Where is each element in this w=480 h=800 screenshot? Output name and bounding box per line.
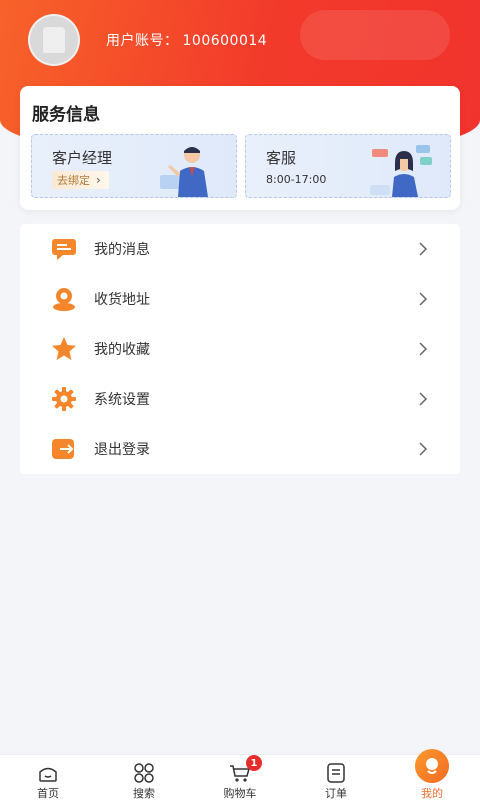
tab-orders[interactable]: 订单: [288, 755, 384, 800]
menu-item-address[interactable]: 收货地址: [20, 274, 460, 324]
chevron-right-icon: ›: [96, 173, 101, 187]
header-decoration: [300, 10, 450, 60]
tab-label: 首页: [37, 787, 59, 800]
menu-list: 我的消息 收货地址 我的收藏 系统设置 退出登录: [20, 224, 460, 474]
tab-cart[interactable]: 1 购物车: [192, 755, 288, 800]
chevron-right-icon: [419, 342, 428, 356]
menu-item-settings[interactable]: 系统设置: [20, 374, 460, 424]
menu-item-label: 退出登录: [94, 442, 150, 458]
menu-item-label: 我的消息: [94, 242, 150, 258]
tab-label: 我的: [421, 787, 443, 800]
account-label: 用户账号：: [106, 33, 179, 49]
profile-section: 用户账号： 100600014: [28, 14, 267, 66]
menu-item-messages[interactable]: 我的消息: [20, 224, 460, 274]
account-manager-tile[interactable]: 客户经理 去绑定 ›: [31, 134, 237, 198]
account-info: 用户账号： 100600014: [106, 30, 267, 50]
chevron-right-icon: [419, 442, 428, 456]
cart-count-badge: 1: [246, 755, 262, 771]
account-manager-illustration-icon: [160, 147, 208, 197]
gear-icon: [50, 385, 78, 413]
menu-item-label: 我的收藏: [94, 342, 150, 358]
bind-manager-button[interactable]: 去绑定 ›: [52, 171, 109, 189]
tab-home[interactable]: 首页: [0, 755, 96, 800]
tab-label: 购物车: [223, 787, 257, 800]
service-info-title: 服务信息: [32, 105, 100, 125]
tab-label: 订单: [325, 787, 347, 800]
tab-profile[interactable]: 我的: [384, 749, 480, 800]
chevron-right-icon: [419, 242, 428, 256]
service-info-card: 服务信息 客户经理 去绑定 › 客服 8:00-17:00: [20, 86, 460, 210]
avatar-placeholder-icon: [43, 27, 65, 53]
tab-search[interactable]: 搜索: [96, 755, 192, 800]
customer-service-illustration-icon: [370, 145, 432, 197]
star-icon: [50, 335, 78, 363]
location-icon: [50, 285, 78, 313]
grid-icon: [134, 763, 154, 783]
menu-item-label: 系统设置: [94, 392, 150, 408]
bottom-tab-bar: 首页 搜索 1 购物车 订单 我的: [0, 749, 480, 800]
logout-icon: [50, 435, 78, 463]
home-icon: [39, 767, 57, 782]
chevron-right-icon: [419, 292, 428, 306]
account-manager-title: 客户经理: [52, 149, 113, 167]
customer-service-hours: 8:00-17:00: [266, 173, 327, 186]
message-icon: [50, 235, 78, 263]
account-number: 100600014: [182, 33, 268, 49]
bind-manager-label: 去绑定: [57, 174, 90, 187]
customer-service-tile[interactable]: 客服 8:00-17:00: [245, 134, 451, 198]
avatar[interactable]: [28, 14, 80, 66]
order-icon: [327, 763, 345, 783]
tab-label: 搜索: [133, 787, 155, 800]
menu-item-logout[interactable]: 退出登录: [20, 424, 460, 474]
profile-icon: [415, 749, 449, 783]
chevron-right-icon: [419, 392, 428, 406]
menu-item-label: 收货地址: [94, 292, 150, 308]
menu-item-favorites[interactable]: 我的收藏: [20, 324, 460, 374]
customer-service-title: 客服: [266, 149, 297, 167]
